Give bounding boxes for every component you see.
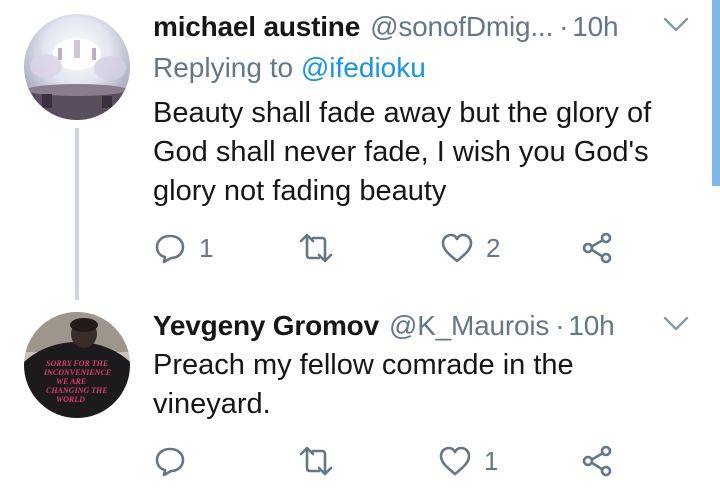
separator-dot: · xyxy=(555,310,565,341)
tweet-text-line: glory not fading beauty xyxy=(153,175,447,207)
handle[interactable]: @sonofDmig... xyxy=(370,11,553,43)
retweet-icon xyxy=(299,233,333,263)
like-count: 2 xyxy=(486,232,501,263)
tweet-actions: 1 xyxy=(153,441,623,481)
retweet-icon xyxy=(299,446,333,476)
share-button[interactable] xyxy=(580,441,614,481)
svg-text:WORLD: WORLD xyxy=(56,395,85,404)
tweet-michael-austine[interactable]: michael austine @sonofDmig... · 10h Repl… xyxy=(0,0,720,300)
share-icon xyxy=(582,232,612,264)
reply-icon xyxy=(155,234,185,264)
display-name[interactable]: Yevgeny Gromov xyxy=(153,310,379,342)
separator-dot: · xyxy=(559,11,569,42)
svg-text:CHANGING THE: CHANGING THE xyxy=(46,386,108,395)
share-icon xyxy=(582,445,612,477)
chevron-down-icon[interactable] xyxy=(662,314,690,334)
share-button[interactable] xyxy=(580,228,614,268)
heart-icon xyxy=(439,446,471,476)
tweet-header: michael austine @sonofDmig... · 10h xyxy=(153,7,690,47)
reply-button[interactable]: 1 xyxy=(153,228,213,268)
retweet-button[interactable] xyxy=(297,228,347,268)
tweet-yevgeny-gromov[interactable]: SORRY FOR THE INCONVENIENCE WE ARE CHANG… xyxy=(0,300,720,489)
timestamp[interactable]: 10h xyxy=(568,310,614,342)
tweet-text: Preach my fellow comrade in the vineyard… xyxy=(153,346,693,424)
handle[interactable]: @K_Maurois xyxy=(389,310,549,342)
tweet-header: Yevgeny Gromov @K_Maurois · 10h xyxy=(153,306,690,346)
tweet-text: Beauty shall fade away but the glory of … xyxy=(153,94,693,211)
like-count: 1 xyxy=(484,445,499,476)
mention-link[interactable]: @ifedioku xyxy=(301,52,426,83)
replying-label: Replying to xyxy=(153,52,294,83)
tweet-text-line: Beauty shall fade away but the glory of xyxy=(153,97,652,129)
display-name[interactable]: michael austine xyxy=(153,11,360,43)
reply-icon xyxy=(155,447,185,477)
svg-text:WE ARE: WE ARE xyxy=(56,377,86,386)
thread-line xyxy=(75,128,79,300)
avatar[interactable] xyxy=(24,14,130,120)
chevron-down-icon[interactable] xyxy=(662,15,690,35)
tweet-text-line: Preach my fellow comrade in the xyxy=(153,349,574,381)
retweet-button[interactable] xyxy=(297,441,347,481)
tweet-actions: 1 2 xyxy=(153,228,623,268)
svg-text:SORRY FOR THE: SORRY FOR THE xyxy=(46,359,108,368)
avatar-image: SORRY FOR THE INCONVENIENCE WE ARE CHANG… xyxy=(24,312,130,418)
tweet-text-line: vineyard. xyxy=(153,388,271,420)
like-button[interactable]: 2 xyxy=(440,228,500,268)
reply-button[interactable] xyxy=(153,441,199,481)
tweet-text-line: God shall never fade, I wish you God's xyxy=(153,136,649,168)
avatar-image xyxy=(24,14,130,120)
avatar[interactable]: SORRY FOR THE INCONVENIENCE WE ARE CHANG… xyxy=(24,312,130,418)
heart-icon xyxy=(441,233,473,263)
reply-count: 1 xyxy=(199,232,214,263)
like-button[interactable]: 1 xyxy=(438,441,498,481)
replying-to: Replying to @ifedioku xyxy=(153,52,426,84)
svg-text:INCONVENIENCE: INCONVENIENCE xyxy=(43,368,111,377)
timestamp[interactable]: 10h xyxy=(572,11,618,43)
